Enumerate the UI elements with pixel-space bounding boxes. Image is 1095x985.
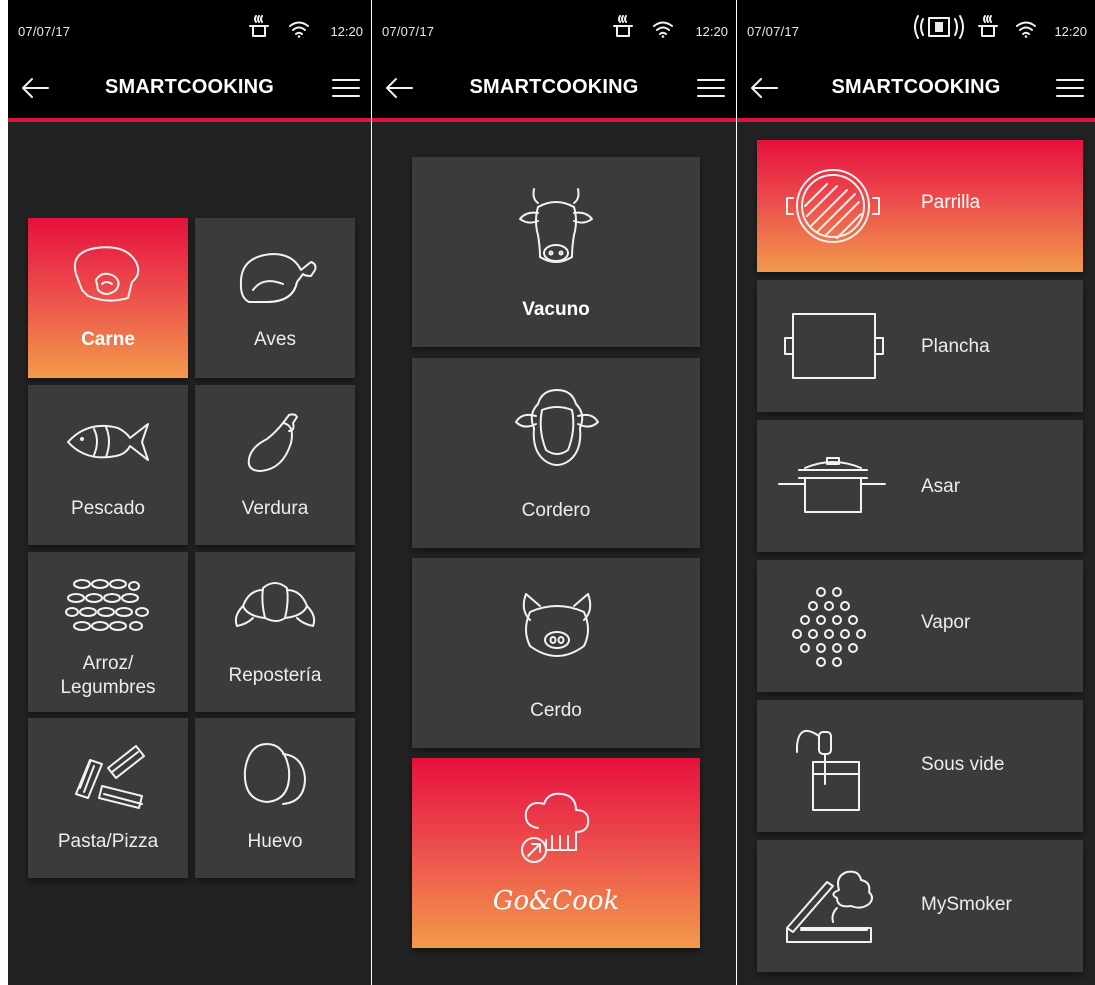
category-label: Carne — [81, 329, 135, 350]
category-label: Verdura — [241, 498, 309, 519]
cooking-pot-status-icon — [249, 15, 269, 37]
meat-type-vacuno[interactable]: Vacuno — [412, 157, 700, 347]
category-label: Aves — [254, 329, 296, 350]
status-bar: 07/07/17 12:20 — [372, 0, 736, 56]
category-label: Pescado — [71, 498, 145, 519]
chef-hat-icon — [521, 792, 590, 863]
grill-icon — [786, 169, 880, 243]
chicken-icon — [239, 253, 317, 303]
go-and-cook-label: Go&Cook — [492, 886, 620, 916]
category-label: Repostería — [228, 665, 322, 686]
status-time: 12:20 — [1054, 24, 1087, 39]
app-bar: SMARTCOOKING — [8, 56, 371, 118]
wifi-icon — [289, 21, 309, 38]
category-huevo[interactable]: Huevo — [195, 718, 355, 878]
method-asar[interactable]: Asar — [757, 420, 1083, 552]
method-parrilla[interactable]: Parrilla — [757, 140, 1083, 272]
category-pescado[interactable]: Pescado — [28, 385, 188, 545]
method-label: Sous vide — [921, 754, 1005, 775]
wifi-icon — [1016, 21, 1036, 38]
hamburger-menu-icon[interactable] — [696, 76, 726, 100]
status-time: 12:20 — [695, 24, 728, 39]
pig-icon — [522, 593, 592, 657]
app-bar: SMARTCOOKING — [372, 56, 736, 118]
category-label: Pasta/Pizza — [57, 831, 159, 852]
app-bar: SMARTCOOKING — [737, 56, 1095, 118]
status-date: 07/07/17 — [382, 24, 435, 39]
appbar-accent-line — [737, 118, 1095, 122]
app-title: SMARTCOOKING — [104, 76, 275, 98]
method-sous-vide[interactable]: Sous vide — [757, 700, 1083, 832]
cooking-pot-status-icon — [978, 15, 998, 37]
meat-type-cordero[interactable]: Cordero — [412, 358, 700, 548]
roasting-pot-icon — [778, 457, 886, 513]
pasta-icon — [75, 745, 145, 809]
steam-icon — [792, 587, 866, 667]
meat-icon — [74, 246, 140, 302]
meat-type-label: Cerdo — [530, 700, 582, 721]
method-label: MySmoker — [921, 894, 1012, 915]
category-label: Arroz/ — [82, 653, 134, 674]
meat-type-label: Cordero — [521, 500, 591, 521]
egg-icon — [243, 743, 306, 805]
meat-type-cerdo[interactable]: Cerdo — [412, 558, 700, 748]
screen-cooking-methods: 07/07/17 12:20 SMARTCOOKING Parrilla Pla… — [737, 0, 1095, 985]
screen-categories: 07/07/17 12:20 SMARTCOOKING Carne Aves P… — [8, 0, 371, 985]
category-pasta-pizza[interactable]: Pasta/Pizza — [28, 718, 188, 878]
category-arroz-legumbres[interactable]: Arroz/ Legumbres — [28, 552, 188, 712]
category-verdura[interactable]: Verdura — [195, 385, 355, 545]
method-label: Vapor — [921, 612, 971, 633]
sous-vide-icon — [796, 729, 860, 811]
status-time: 12:20 — [330, 24, 363, 39]
screen-meat-types: 07/07/17 12:20 SMARTCOOKING Vacuno Corde… — [372, 0, 736, 985]
eggplant-icon — [247, 413, 298, 472]
method-label: Plancha — [921, 336, 990, 357]
hamburger-menu-icon[interactable] — [1055, 76, 1085, 100]
method-label: Parrilla — [921, 192, 981, 213]
wifi-icon — [653, 21, 673, 38]
rice-icon — [65, 579, 149, 631]
category-carne[interactable]: Carne — [28, 218, 188, 378]
cooking-pot-status-icon — [613, 15, 633, 37]
appbar-accent-line — [372, 118, 736, 122]
appbar-accent-line — [8, 118, 371, 122]
app-title: SMARTCOOKING — [469, 76, 639, 98]
sheep-icon — [515, 389, 599, 466]
method-vapor[interactable]: Vapor — [757, 560, 1083, 692]
status-bar: 07/07/17 12:20 — [8, 0, 371, 56]
app-title: SMARTCOOKING — [831, 76, 1001, 98]
category-reposteria[interactable]: Repostería — [195, 552, 355, 712]
smoker-icon — [786, 870, 873, 943]
griddle-icon — [784, 313, 884, 379]
category-aves[interactable]: Aves — [195, 218, 355, 378]
cow-icon — [519, 188, 593, 263]
method-mysmoker[interactable]: MySmoker — [757, 840, 1083, 972]
meat-type-label: Vacuno — [522, 299, 590, 320]
fish-icon — [67, 423, 149, 461]
probe-connected-icon — [914, 15, 964, 39]
status-bar: 07/07/17 12:20 — [737, 0, 1095, 56]
method-label: Asar — [921, 476, 961, 497]
method-plancha[interactable]: Plancha — [757, 280, 1083, 412]
go-and-cook-button[interactable]: Go&Cook — [412, 758, 700, 948]
hamburger-menu-icon[interactable] — [331, 76, 361, 100]
category-label: Huevo — [247, 831, 303, 852]
category-label-line2: Legumbres — [60, 677, 156, 698]
croissant-icon — [234, 582, 316, 627]
status-date: 07/07/17 — [18, 24, 71, 39]
status-date: 07/07/17 — [747, 24, 800, 39]
